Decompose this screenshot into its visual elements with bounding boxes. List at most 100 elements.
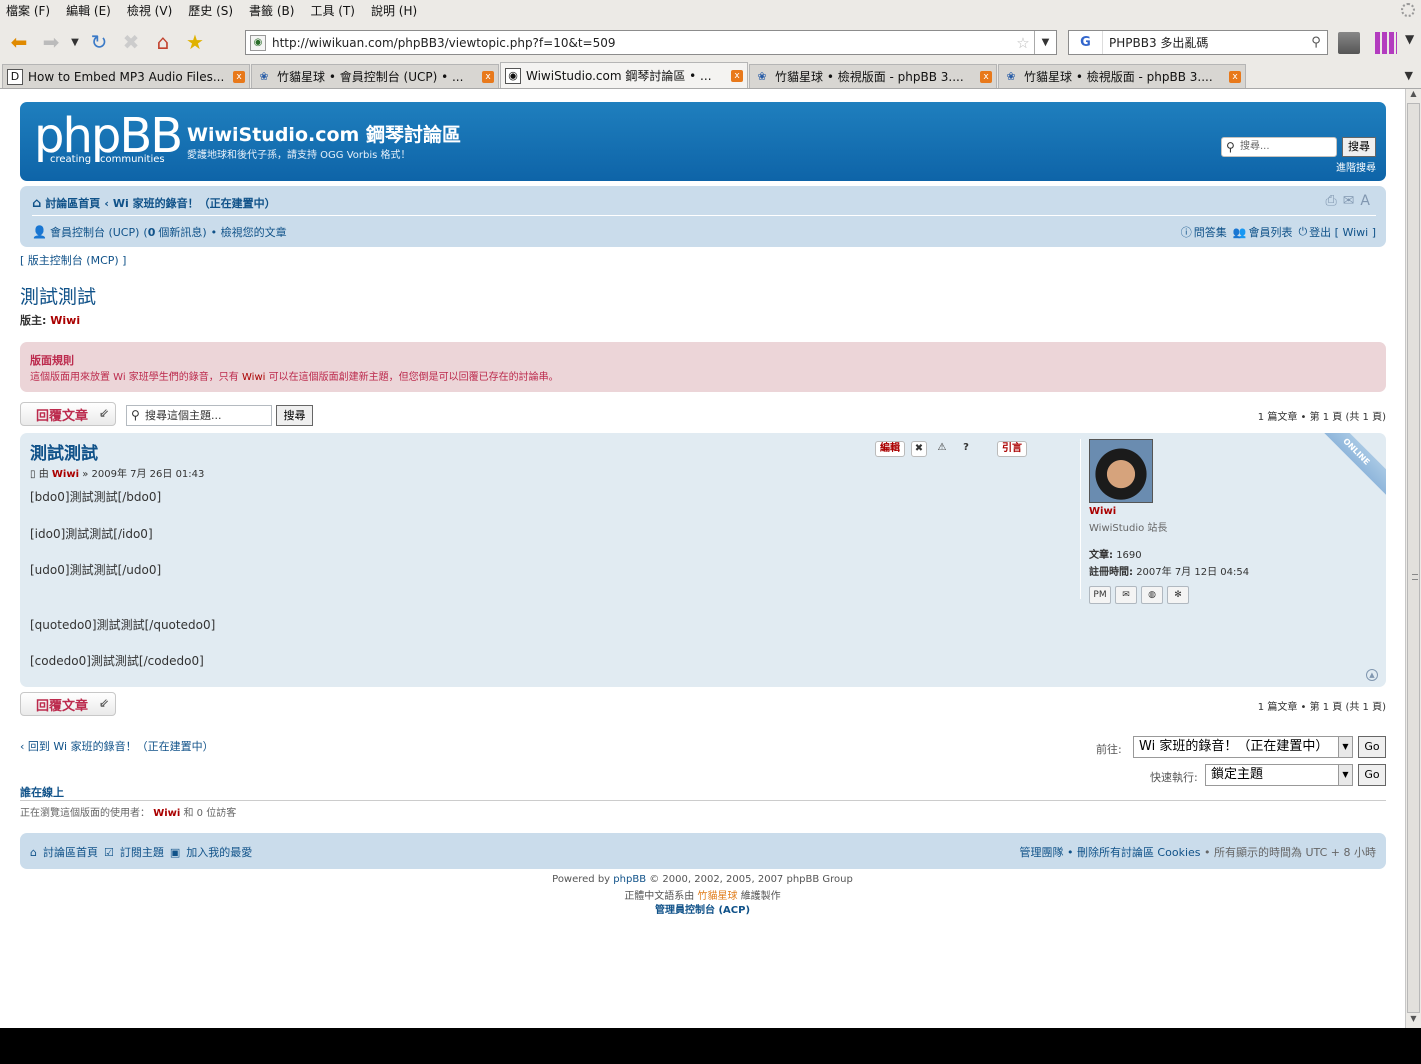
tab-close-icon[interactable]: x <box>233 70 245 83</box>
bookmark-star-icon[interactable]: ★ <box>180 27 210 57</box>
tab-close-icon[interactable]: x <box>731 69 743 82</box>
mcp-link[interactable]: [ 版主控制台 (MCP) ] <box>20 252 126 268</box>
ucp-link[interactable]: 會員控制台 (UCP) <box>50 224 139 240</box>
header-search-button[interactable]: 搜尋 <box>1342 137 1376 157</box>
acp-link[interactable]: 管理員控制台 (ACP) <box>655 905 750 916</box>
tab-embed-mp3[interactable]: D How to Embed MP3 Audio Files... x <box>2 64 250 88</box>
scroll-up-icon[interactable]: ▲ <box>1406 89 1421 103</box>
menu-tools[interactable]: 工具 (T) <box>310 2 355 19</box>
menu-file[interactable]: 檔案 (F) <box>6 2 50 19</box>
posts-count[interactable]: 1690 <box>1116 550 1141 561</box>
post-author-link[interactable]: Wiwi <box>52 469 79 480</box>
history-dropdown-icon[interactable]: ▼ <box>68 27 82 57</box>
cookies-link[interactable]: • 刪除所有討論區 Cookies <box>1067 846 1201 859</box>
stop-button[interactable]: ✖ <box>116 27 146 57</box>
phpbb-link[interactable]: phpBB <box>613 874 646 885</box>
delete-icon[interactable]: ✖ <box>911 441 927 457</box>
view-own-posts-link[interactable]: • 檢視您的文章 <box>211 224 287 240</box>
tab-ucp[interactable]: ❀ 竹貓星球 • 會員控制台 (UCP) • ... x <box>251 64 499 88</box>
tab-list-icon[interactable]: ▼ <box>1405 69 1413 82</box>
forum-header: phpBB creating communities WiwiStudio.co… <box>20 102 1386 181</box>
pm-count[interactable]: 0 <box>148 226 156 239</box>
jump-select[interactable]: Wi 家班的錄音！（正在建置中） ▼ <box>1133 736 1353 758</box>
page-title[interactable]: 測試測試 <box>20 282 96 309</box>
website-icon[interactable]: ◍ <box>1141 586 1163 604</box>
post-meta: ▯ 由 Wiwi » 2009年 7月 26日 01:43 <box>30 465 204 480</box>
home-button[interactable]: ⌂ <box>148 27 178 57</box>
logout-link[interactable]: 登出 [ Wiwi ] <box>1309 224 1376 240</box>
header-search-input[interactable]: 搜尋... <box>1221 137 1337 157</box>
moderator-link[interactable]: Wiwi <box>50 314 80 327</box>
tab-close-icon[interactable]: x <box>980 70 992 83</box>
logo-subtitle-1: creating <box>50 154 92 165</box>
reload-button[interactable]: ↻ <box>84 27 114 57</box>
footer-home-link[interactable]: 討論區首頁 <box>43 844 98 860</box>
forward-button[interactable]: ➡ <box>36 27 66 57</box>
vertical-scrollbar[interactable]: ▲ ▼ <box>1405 89 1421 1028</box>
addon-icon[interactable] <box>1338 32 1360 54</box>
jump-go-button[interactable]: Go <box>1358 736 1386 758</box>
search-go-icon[interactable]: ⚲ <box>1305 35 1327 50</box>
tab-phpbb-forum-2[interactable]: ❀ 竹貓星球 • 檢視版面 - phpBB 3.... x <box>998 64 1246 88</box>
tab-close-icon[interactable]: x <box>482 70 494 83</box>
report-icon[interactable]: ⚠ <box>933 441 951 457</box>
back-to-top-icon[interactable]: ▲ <box>1366 669 1378 681</box>
logo-subtitle-2: communities <box>100 154 165 165</box>
tab-phpbb-forum-1[interactable]: ❀ 竹貓星球 • 檢視版面 - phpBB 3.... x <box>749 64 997 88</box>
pm-text[interactable]: 個新訊息) <box>158 224 206 240</box>
phpbb-logo[interactable]: phpBB <box>34 112 183 160</box>
team-link[interactable]: 管理團隊 <box>1019 846 1063 859</box>
forum-rules-box: 版面規則 這個版面用來放置 Wi 家班學生們的錄音，只有 Wiwi 可以在這個版… <box>20 342 1386 392</box>
url-text[interactable]: http://wiwikuan.com/phpBB3/viewtopic.php… <box>272 36 1012 50</box>
scroll-down-icon[interactable]: ▼ <box>1406 1014 1421 1028</box>
bookmark-page-icon[interactable]: ☆ <box>1012 34 1034 52</box>
msn-icon[interactable]: ✻ <box>1167 586 1189 604</box>
topic-search-button[interactable]: 搜尋 <box>276 405 313 426</box>
tab-close-icon[interactable]: x <box>1229 70 1241 83</box>
web-search-box[interactable]: G PHPBB3 多出亂碼 ⚲ <box>1068 30 1328 55</box>
reply-button-bottom[interactable]: 回覆文章 ⇙ <box>20 692 116 716</box>
faq-link[interactable]: 問答集 <box>1194 224 1227 240</box>
profile-username[interactable]: Wiwi <box>1089 506 1376 517</box>
jump-selected: Wi 家班的錄音！（正在建置中） <box>1139 739 1329 754</box>
topic-search-input[interactable]: 搜尋這個主題... <box>126 405 272 426</box>
info-icon[interactable]: ? <box>957 441 975 457</box>
site-identity-icon[interactable]: ◉ <box>250 34 266 51</box>
font-size-icon[interactable]: A <box>1360 193 1376 209</box>
reply-button-top[interactable]: 回覆文章 ⇙ <box>20 402 116 426</box>
email-topic-icon[interactable]: ✉ <box>1343 193 1361 209</box>
site-favicon-icon: ◉ <box>505 67 521 84</box>
search-engine-icon[interactable]: G <box>1069 31 1103 54</box>
back-button[interactable]: ⬅ <box>4 27 34 57</box>
email-icon[interactable]: ✉ <box>1115 586 1137 604</box>
page-tools: ⎙✉A <box>1325 193 1376 209</box>
menu-bookmarks[interactable]: 書籤 (B) <box>249 2 294 19</box>
edit-button[interactable]: 編輯 <box>875 441 905 457</box>
advanced-search-link[interactable]: 進階搜尋 <box>1336 159 1376 174</box>
quick-mod-select[interactable]: 鎖定主題 ▼ <box>1205 764 1353 786</box>
back-to-forum-link[interactable]: 回到 Wi 家班的錄音！（正在建置中） <box>28 740 214 753</box>
crumb-forum-link[interactable]: Wi 家班的錄音！（正在建置中） <box>113 195 276 211</box>
scroll-thumb[interactable] <box>1407 103 1420 1013</box>
pm-icon[interactable]: PM <box>1089 586 1111 604</box>
print-icon[interactable]: ⎙ <box>1325 193 1342 209</box>
grid-addon-icon[interactable] <box>1375 32 1397 54</box>
tab-wiwistudio[interactable]: ◉ WiwiStudio.com 鋼琴討論區 • ... x <box>500 62 748 88</box>
menu-history[interactable]: 歷史 (S) <box>188 2 233 19</box>
url-bar[interactable]: ◉ http://wiwikuan.com/phpBB3/viewtopic.p… <box>245 30 1057 55</box>
quote-button[interactable]: 引言 <box>997 441 1027 457</box>
url-dropdown-icon[interactable]: ▼ <box>1034 31 1056 54</box>
web-search-input[interactable]: PHPBB3 多出亂碼 <box>1103 34 1305 51</box>
toolbar-chevron-icon[interactable]: ▼ <box>1405 32 1415 54</box>
menu-view[interactable]: 檢視 (V) <box>127 2 172 19</box>
quick-mod-go-button[interactable]: Go <box>1358 764 1386 786</box>
bookmark-link[interactable]: 加入我的最愛 <box>186 844 252 860</box>
crumb-home-link[interactable]: 討論區首頁 <box>45 195 100 211</box>
rules-user[interactable]: Wiwi <box>242 372 265 383</box>
post-title[interactable]: 測試測試 <box>30 439 98 464</box>
subscribe-link[interactable]: 訂閱主題 <box>120 844 164 860</box>
menu-help[interactable]: 說明 (H) <box>371 2 417 19</box>
menu-edit[interactable]: 編輯 (E) <box>66 2 111 19</box>
members-link[interactable]: 會員列表 <box>1248 224 1292 240</box>
online-user-link[interactable]: Wiwi <box>153 808 180 819</box>
